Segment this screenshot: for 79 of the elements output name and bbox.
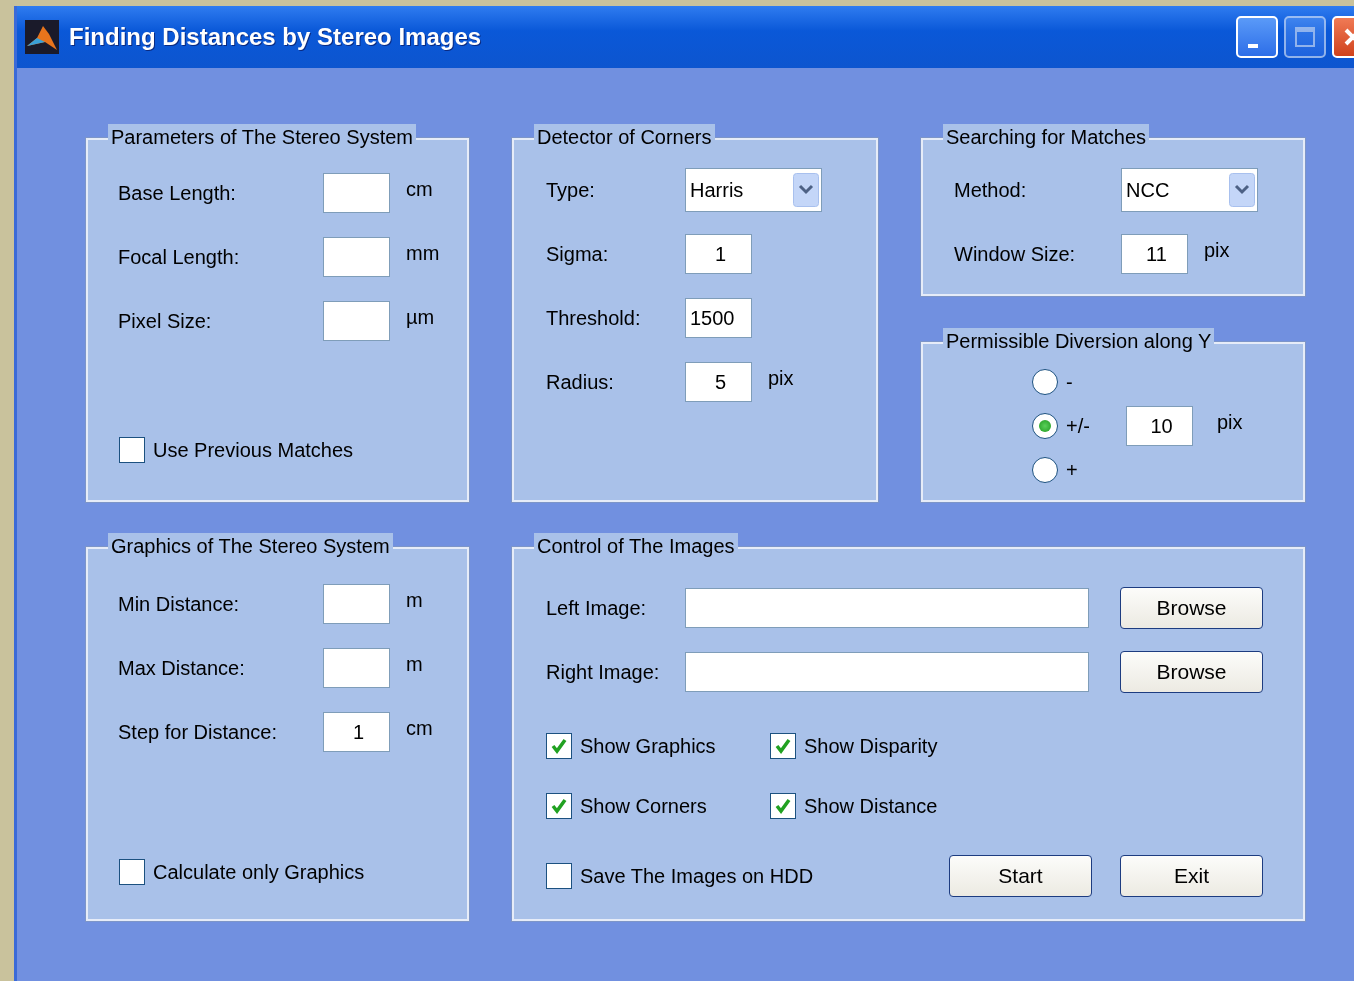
unit-label: pix [1204, 238, 1230, 263]
chevron-down-icon [793, 173, 819, 207]
checkbox-label: Use Previous Matches [153, 438, 354, 463]
field-label: Base Length: [118, 181, 237, 206]
input-field[interactable]: 10 [1126, 406, 1193, 446]
chevron-down-icon [1229, 173, 1255, 207]
maximize-icon [1294, 26, 1316, 48]
input-field[interactable]: 1500 [685, 298, 752, 338]
checkbox-label: Save The Images on HDD [580, 864, 814, 889]
input-field[interactable]: 5 [685, 362, 752, 402]
app-icon [25, 20, 59, 54]
panel-title: Searching for Matches [943, 124, 1150, 150]
field-label: Threshold: [546, 306, 642, 331]
radio-button[interactable] [1032, 457, 1058, 483]
field-label: Window Size: [954, 242, 1077, 267]
start-button[interactable]: Start [949, 855, 1092, 897]
checkbox[interactable] [546, 733, 572, 759]
unit-label: pix [1217, 410, 1243, 435]
unit-label: pix [768, 366, 794, 391]
input-field[interactable] [685, 652, 1089, 692]
unit-label: m [406, 588, 423, 613]
checkbox-label: Show Disparity [804, 734, 938, 759]
input-field[interactable] [323, 301, 390, 341]
minimize-button[interactable] [1236, 16, 1278, 58]
checkbox[interactable] [546, 793, 572, 819]
panel-title: Permissible Diversion along Y [943, 328, 1215, 354]
radio-label: +/- [1066, 414, 1091, 439]
field-label: Min Distance: [118, 592, 241, 617]
field-label: Type: [546, 178, 596, 203]
input-field[interactable] [323, 648, 390, 688]
input-field[interactable] [323, 584, 390, 624]
browse-button[interactable]: Browse [1120, 651, 1263, 693]
check-icon [773, 736, 793, 756]
checkbox-label: Calculate only Graphics [153, 860, 365, 885]
checkbox-label: Show Distance [804, 794, 938, 819]
unit-label: m [406, 652, 423, 677]
input-field[interactable] [323, 173, 390, 213]
window-title: Finding Distances by Stereo Images [69, 22, 482, 52]
panel-title: Graphics of The Stereo System [108, 533, 393, 559]
checkbox[interactable] [770, 793, 796, 819]
unit-label: cm [406, 177, 433, 202]
exit-button[interactable]: Exit [1120, 855, 1263, 897]
check-icon [549, 736, 569, 756]
input-field[interactable]: 1 [323, 712, 390, 752]
field-label: Max Distance: [118, 656, 246, 681]
checkbox-label: Show Graphics [580, 734, 716, 759]
unit-label: µm [406, 305, 435, 330]
field-label: Left Image: [546, 596, 648, 621]
dropdown[interactable]: NCC [1121, 168, 1258, 212]
radio-label: - [1066, 370, 1074, 395]
checkbox[interactable] [770, 733, 796, 759]
checkbox[interactable] [119, 859, 145, 885]
unit-label: mm [406, 241, 440, 266]
input-field[interactable] [323, 237, 390, 277]
checkbox[interactable] [546, 863, 572, 889]
field-label: Right Image: [546, 660, 661, 685]
checkbox[interactable] [119, 437, 145, 463]
input-field[interactable]: 11 [1121, 234, 1188, 274]
panel-title: Control of The Images [534, 533, 738, 559]
input-field[interactable]: 1 [685, 234, 752, 274]
field-label: Pixel Size: [118, 309, 213, 334]
radio-button[interactable] [1032, 369, 1058, 395]
browse-button[interactable]: Browse [1120, 587, 1263, 629]
dropdown[interactable]: Harris [685, 168, 822, 212]
field-label: Step for Distance: [118, 720, 278, 745]
maximize-button[interactable] [1284, 16, 1326, 58]
field-label: Sigma: [546, 242, 610, 267]
field-label: Focal Length: [118, 245, 241, 270]
radio-label: + [1066, 458, 1079, 483]
checkbox-label: Show Corners [580, 794, 707, 819]
check-icon [549, 796, 569, 816]
field-label: Method: [954, 178, 1028, 203]
check-icon [773, 796, 793, 816]
panel-title: Parameters of The Stereo System [108, 124, 416, 150]
field-label: Radius: [546, 370, 615, 395]
radio-button[interactable] [1032, 413, 1058, 439]
input-field[interactable] [685, 588, 1089, 628]
unit-label: cm [406, 716, 433, 741]
minimize-icon [1248, 44, 1258, 48]
